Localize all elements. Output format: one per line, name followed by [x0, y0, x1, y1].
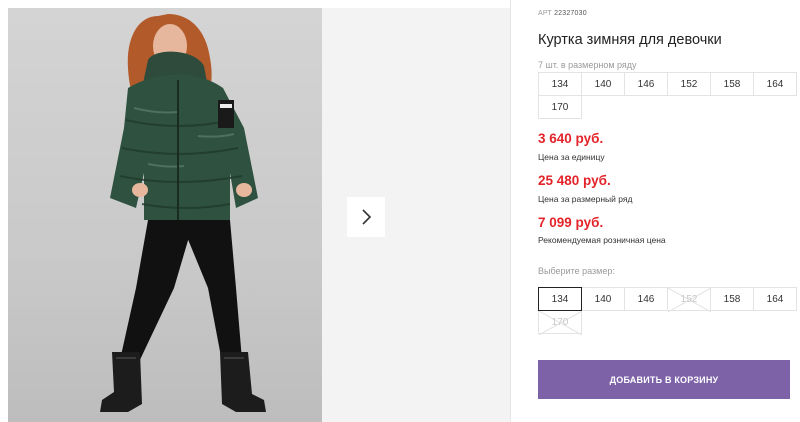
size-row-cell: 164 — [753, 72, 797, 96]
size-option-label: 170 — [551, 316, 569, 328]
size-option-158[interactable]: 158 — [710, 287, 754, 311]
size-row-cell: 146 — [624, 72, 668, 96]
article-label: АРТ — [538, 10, 552, 17]
size-row-cell: 152 — [667, 72, 711, 96]
size-row-cell: 170 — [538, 95, 582, 119]
retail-price-label: Рекомендуемая розничная цена — [538, 235, 666, 245]
size-option-140[interactable]: 140 — [581, 287, 625, 311]
size-option-164[interactable]: 164 — [753, 287, 797, 311]
product-gallery — [0, 0, 510, 422]
gallery-next-button[interactable] — [347, 197, 385, 237]
product-photo[interactable] — [8, 8, 322, 422]
size-option-146[interactable]: 146 — [624, 287, 668, 311]
product-title: Куртка зимняя для девочки — [538, 32, 722, 48]
article-number: АРТ 22327030 — [538, 10, 587, 17]
size-row-grid: 134 140 146 152 158 164 170 — [538, 72, 797, 119]
row-price: 25 480 руб. — [538, 173, 611, 188]
retail-price: 7 099 руб. — [538, 215, 604, 230]
chevron-right-icon — [362, 209, 372, 225]
size-row-cell: 158 — [710, 72, 754, 96]
girl-in-jacket-illustration — [100, 14, 266, 412]
add-to-cart-button[interactable]: ДОБАВИТЬ В КОРЗИНУ — [538, 360, 790, 399]
size-selector: 134 140 146 152 158 164 170 — [538, 287, 797, 335]
size-option-label: 152 — [680, 293, 698, 305]
size-option-134[interactable]: 134 — [538, 287, 582, 311]
row-price-label: Цена за размерный ряд — [538, 194, 633, 204]
product-info-panel: АРТ 22327030 Куртка зимняя для девочки 7… — [538, 0, 800, 422]
size-option-170-unavailable: 170 — [538, 310, 582, 335]
size-row-cell: 134 — [538, 72, 582, 96]
panel-divider — [510, 0, 511, 422]
size-option-152-unavailable: 152 — [667, 287, 711, 312]
size-row-cell: 140 — [581, 72, 625, 96]
unit-price-label: Цена за единицу — [538, 152, 605, 162]
choose-size-label: Выберите размер: — [538, 266, 615, 276]
article-value: 22327030 — [554, 10, 587, 17]
unit-price: 3 640 руб. — [538, 131, 604, 146]
size-row-count: 7 шт. в размерном ряду — [538, 60, 637, 70]
